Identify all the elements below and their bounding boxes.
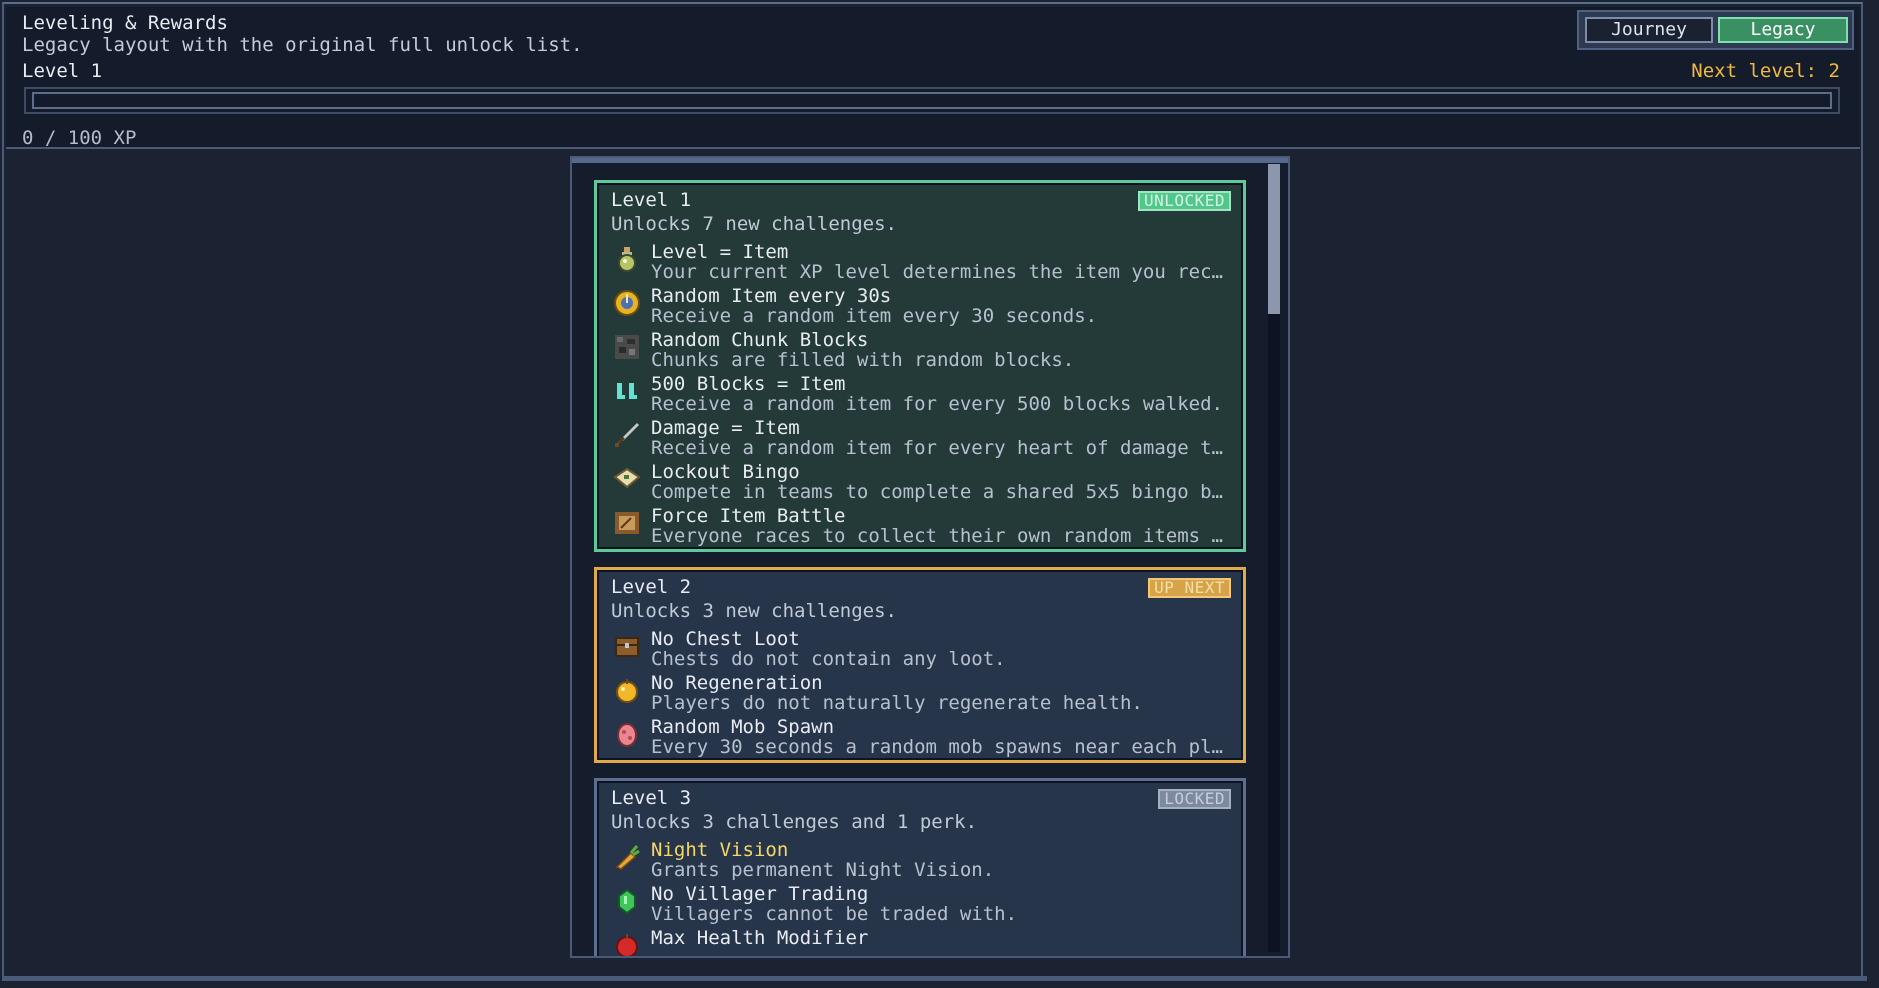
challenge-description: Everyone races to collect their own rand… [651, 525, 1231, 547]
status-badge: UP NEXT [1148, 578, 1231, 598]
challenge-description: Receive a random item for every 500 bloc… [651, 393, 1223, 415]
perk-name: Night Vision [651, 839, 789, 861]
experience-bottle-icon [618, 247, 636, 272]
status-badge: LOCKED [1158, 789, 1231, 809]
diamond-boots-icon [617, 383, 637, 399]
golden-carrot-icon [615, 845, 640, 870]
challenge-description: Chests do not contain any loot. [651, 648, 1006, 670]
challenge-name: Damage = Item [651, 417, 800, 439]
sword-icon [615, 423, 639, 447]
page-title: Leveling & Rewards [22, 12, 228, 34]
xp-progress-bar [24, 87, 1840, 114]
scrollbar-thumb[interactable] [1268, 164, 1280, 314]
level-title: Level 3 [611, 787, 692, 809]
challenge-name: No Villager Trading [651, 883, 869, 905]
level-summary: Unlocks 3 new challenges. [611, 600, 897, 622]
layout-toggle: Journey Legacy [1577, 10, 1854, 50]
challenge-description: Players do not naturally regenerate heal… [651, 692, 1143, 714]
page-subtitle: Legacy layout with the original full unl… [22, 34, 583, 56]
level-summary: Unlocks 3 challenges and 1 perk. [611, 811, 978, 833]
challenge-name: Lockout Bingo [651, 461, 800, 483]
challenge-item: No Villager Trading Villagers cannot be … [611, 883, 1231, 927]
next-level-label: Next level: 2 [1691, 60, 1840, 82]
chest-icon [615, 637, 639, 657]
challenge-item: Level = Item Your current XP level deter… [611, 241, 1231, 285]
level-card-2: Level 2 UP NEXT Unlocks 3 new challenges… [594, 567, 1246, 763]
level-title: Level 1 [611, 189, 692, 211]
challenge-name: Random Item every 30s [651, 285, 892, 307]
challenge-description: Receive a random item every 30 seconds. [651, 305, 1098, 327]
spawn-egg-icon [617, 723, 637, 747]
apple-icon [616, 934, 638, 956]
level-card-1: Level 1 UNLOCKED Unlocks 7 new challenge… [594, 180, 1246, 552]
challenge-name: Max Health Modifier [651, 927, 869, 949]
scrollbar[interactable] [1268, 164, 1280, 952]
challenge-item: 500 Blocks = Item Receive a random item … [611, 373, 1231, 417]
challenge-item: Force Item Battle Everyone races to coll… [611, 505, 1231, 549]
current-level: Level 1 [22, 60, 103, 82]
journey-tab-button[interactable]: Journey [1585, 17, 1713, 43]
challenge-item: Max Health Modifier [611, 927, 1231, 956]
challenge-item: No Regeneration Players do not naturally… [611, 672, 1231, 716]
bottom-border [2, 976, 1867, 981]
challenge-item: Random Mob Spawn Every 30 seconds a rand… [611, 716, 1231, 760]
challenge-description: Your current XP level determines the ite… [651, 261, 1231, 283]
challenge-description: Receive a random item for every heart of… [651, 437, 1231, 459]
challenge-name: Force Item Battle [651, 505, 846, 527]
challenge-item: Lockout Bingo Compete in teams to comple… [611, 461, 1231, 505]
xp-text: 0 / 100 XP [22, 127, 137, 149]
challenge-name: No Regeneration [651, 672, 823, 694]
level-card-3: Level 3 LOCKED Unlocks 3 challenges and … [594, 778, 1246, 956]
level-summary: Unlocks 7 new challenges. [611, 213, 897, 235]
challenge-description: Villagers cannot be traded with. [651, 903, 1018, 925]
challenge-description: Compete in teams to complete a shared 5x… [651, 481, 1231, 503]
level-title: Level 2 [611, 576, 692, 598]
challenge-name: Random Mob Spawn [651, 716, 835, 738]
challenge-item: Damage = Item Receive a random item for … [611, 417, 1231, 461]
challenge-description: Chunks are filled with random blocks. [651, 349, 1075, 371]
progress-header: Leveling & Rewards Legacy layout with th… [6, 7, 1860, 149]
legacy-tab-button[interactable]: Legacy [1718, 17, 1848, 43]
perk-item: Night Vision Grants permanent Night Visi… [611, 839, 1231, 883]
map-icon [613, 467, 641, 489]
bedrock-block-icon [615, 335, 639, 359]
challenge-item: Random Chunk Blocks Chunks are filled wi… [611, 329, 1231, 373]
unlock-list-panel[interactable]: Level 1 UNLOCKED Unlocks 7 new challenge… [570, 156, 1290, 958]
emerald-icon [618, 888, 636, 915]
item-frame-icon [615, 512, 639, 534]
perk-description: Grants permanent Night Vision. [651, 859, 995, 881]
challenge-item: No Chest Loot Chests do not contain any … [611, 628, 1231, 672]
challenge-name: Random Chunk Blocks [651, 329, 869, 351]
status-badge: UNLOCKED [1137, 191, 1231, 211]
golden-apple-icon [616, 679, 638, 703]
challenge-name: No Chest Loot [651, 628, 800, 650]
xp-progress-inner [32, 92, 1832, 109]
clock-icon [614, 290, 640, 316]
challenge-item: Random Item every 30s Receive a random i… [611, 285, 1231, 329]
challenge-description: Every 30 seconds a random mob spawns nea… [651, 736, 1231, 758]
challenge-name: Level = Item [651, 241, 789, 263]
challenge-name: 500 Blocks = Item [651, 373, 846, 395]
